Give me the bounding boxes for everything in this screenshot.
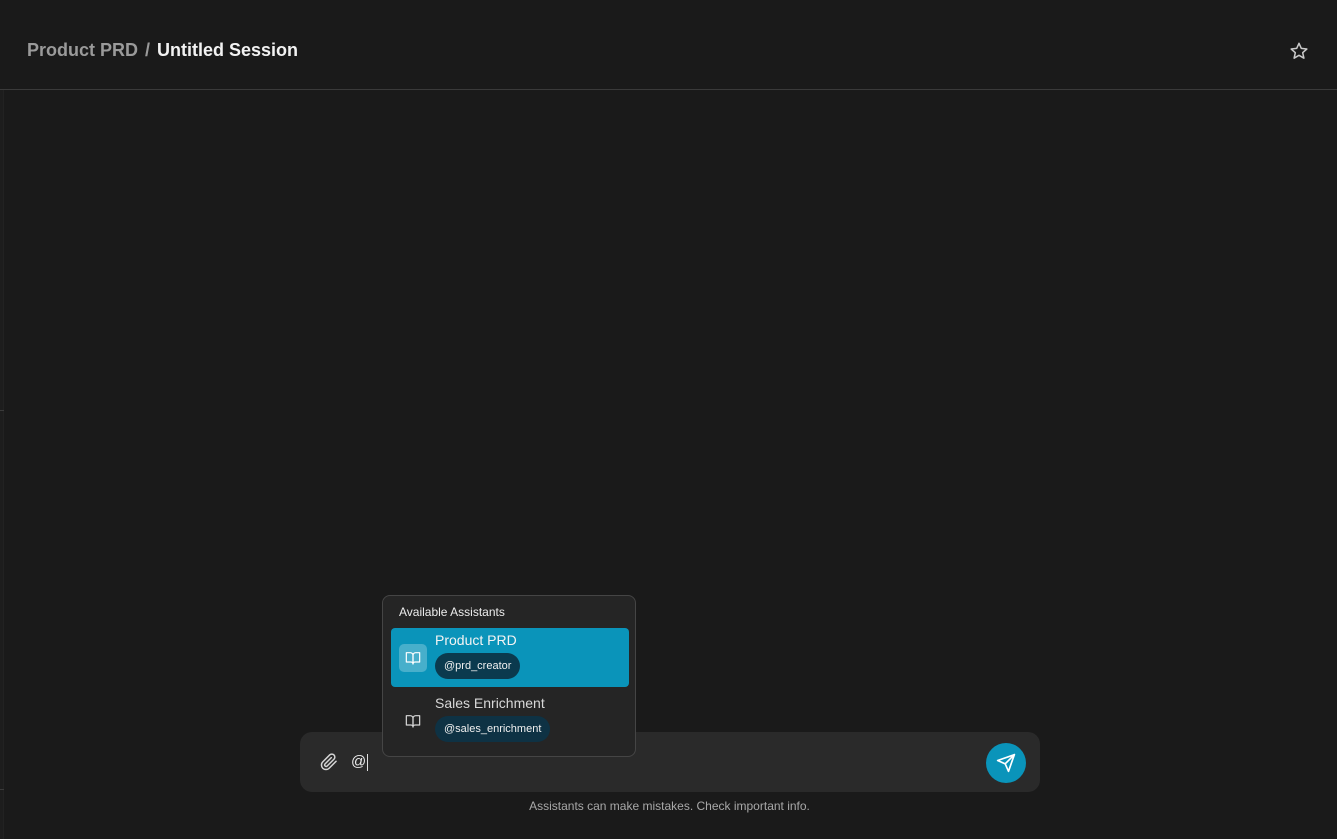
star-icon [1290, 42, 1308, 59]
assistant-name: Product PRD [435, 632, 517, 648]
message-input[interactable]: @ [351, 752, 369, 772]
assistant-mention-popover: Available Assistants Product PRD @prd_cr… [382, 595, 636, 757]
popover-title: Available Assistants [399, 605, 505, 619]
book-open-icon [399, 644, 427, 672]
app-window: Product PRD / Untitled Session @ Assista… [0, 0, 1337, 839]
assistant-option-product-prd[interactable]: Product PRD @prd_creator [391, 628, 629, 687]
breadcrumb: Product PRD / Untitled Session [27, 40, 298, 61]
session-header: Product PRD / Untitled Session [0, 0, 1337, 90]
attach-button[interactable] [319, 752, 339, 772]
paperclip-icon [320, 753, 337, 771]
breadcrumb-parent[interactable]: Product PRD [27, 40, 138, 61]
assistant-name: Sales Enrichment [435, 695, 545, 711]
disclaimer-text: Assistants can make mistakes. Check impo… [529, 799, 810, 813]
message-input-value: @ [351, 753, 367, 770]
book-open-icon [399, 707, 427, 735]
sidebar-edge-marker [0, 789, 4, 790]
breadcrumb-separator: / [145, 40, 151, 60]
favorite-button[interactable] [1288, 40, 1310, 62]
sidebar-edge-marker [0, 410, 4, 411]
assistant-handle-badge: @prd_creator [435, 653, 521, 679]
assistant-option-sales-enrichment[interactable]: Sales Enrichment @sales_enrichment [391, 691, 629, 750]
send-icon [996, 753, 1016, 773]
session-title[interactable]: Untitled Session [157, 40, 298, 61]
text-caret [367, 753, 369, 771]
sidebar-edge [0, 90, 4, 839]
send-button[interactable] [986, 743, 1026, 783]
assistant-handle-badge: @sales_enrichment [435, 716, 551, 742]
